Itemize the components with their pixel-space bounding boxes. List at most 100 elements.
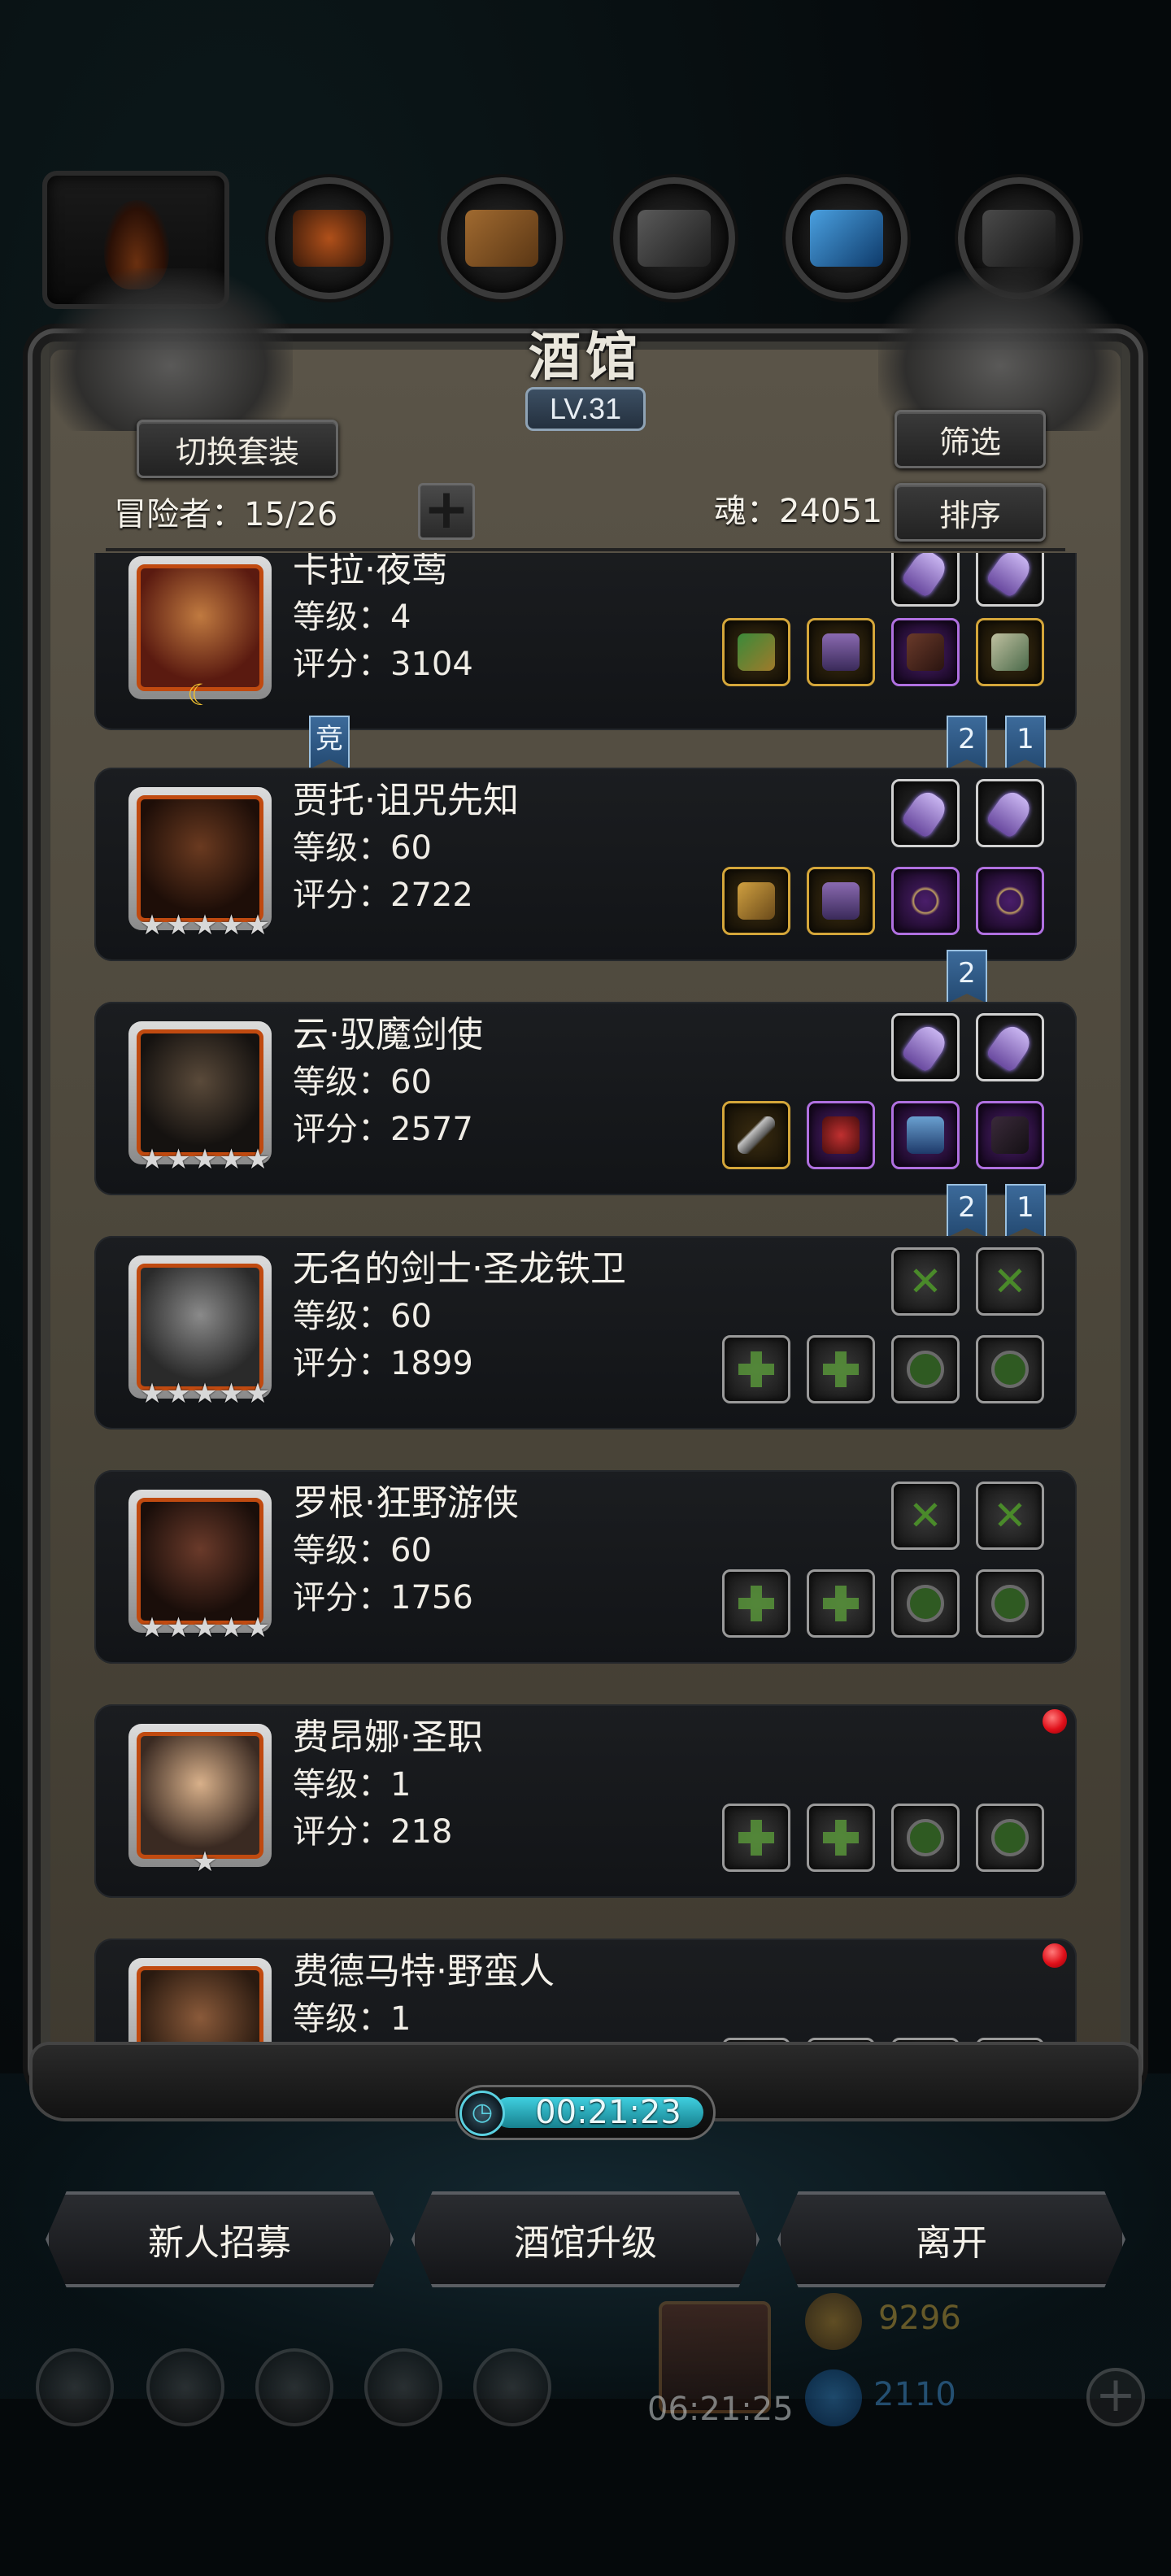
hero-face — [137, 564, 263, 691]
empty-weapon-slot[interactable] — [722, 1804, 790, 1872]
empty-accessory-slot[interactable] — [976, 1804, 1044, 1872]
empty-accessory-slot[interactable] — [891, 1335, 960, 1403]
hero-card-nameless[interactable]: ★ ★ ★ ★ ★ 无名的剑士·圣龙铁卫 等级：60 评分：1899 ✕ ✕ — [94, 1236, 1077, 1429]
armor-icon — [822, 633, 860, 671]
purple-gem-icon — [985, 553, 1035, 598]
settings-icon[interactable] — [36, 2348, 114, 2426]
hero-score: 评分：3104 — [293, 646, 473, 683]
gift-timer: 06:21:25 — [647, 2391, 794, 2428]
hero-card-jato[interactable]: ★ ★ ★ ★ ★ 贾托·诅咒先知 等级：60 评分：2722 — [94, 768, 1077, 961]
empty-accessory-slot[interactable] — [891, 1569, 960, 1638]
weapon-slot[interactable] — [722, 618, 790, 686]
switch-outfit-button[interactable]: 切换套装 — [137, 420, 338, 478]
hero-face — [137, 1264, 263, 1390]
notification-dot — [1043, 1709, 1067, 1734]
armor-slot[interactable] — [891, 1101, 960, 1169]
hero-portrait[interactable] — [128, 556, 272, 699]
stone-tab[interactable] — [613, 177, 735, 299]
hero-face — [137, 795, 263, 922]
empty-weapon-icon — [738, 1820, 774, 1856]
rank-icon[interactable] — [255, 2348, 333, 2426]
empty-rune-icon: ✕ — [908, 1492, 942, 1539]
ore-icon — [293, 210, 366, 267]
hero-card-fedmat[interactable]: 费德马特·野蛮人 等级：1 — [94, 1939, 1077, 2061]
hero-level: 等级：60 — [293, 1298, 432, 1335]
weapon-slot[interactable] — [722, 867, 790, 935]
gem-icon — [805, 2369, 862, 2426]
rune-slot[interactable] — [891, 1013, 960, 1081]
stone-icon — [638, 210, 711, 267]
empty-rune-slot[interactable]: ✕ — [976, 1482, 1044, 1550]
handshake-icon[interactable] — [473, 2348, 551, 2426]
gem-amount: 2110 — [873, 2376, 956, 2413]
upgrade-tavern-button[interactable]: 酒馆升级 — [411, 2191, 760, 2287]
empty-armor-slot[interactable] — [807, 1335, 875, 1403]
wood-tab[interactable] — [441, 177, 563, 299]
empty-rune-slot[interactable]: ✕ — [891, 1482, 960, 1550]
helmet-slot[interactable] — [807, 1101, 875, 1169]
necklace-icon — [907, 882, 944, 920]
armor-slot[interactable] — [807, 867, 875, 935]
weapon-slot[interactable] — [722, 1101, 790, 1169]
hero-list[interactable]: ☾ 卡拉·夜莺 等级：4 评分：3104 竞 2 1 ★ ★ ★ ★ ★ 贾托·诅咒先知… — [94, 553, 1077, 2061]
arena-tag: 竞 — [309, 716, 350, 769]
empty-rune-slot[interactable]: ✕ — [891, 1247, 960, 1316]
armor-slot[interactable] — [807, 618, 875, 686]
hero-face — [137, 1732, 263, 1859]
notification-dot — [1043, 1943, 1067, 1968]
hero-name: 贾托·诅咒先知 — [293, 780, 519, 821]
empty-weapon-icon — [738, 1351, 774, 1387]
hero-name: 云·驭魔剑使 — [293, 1014, 483, 1055]
add-currency-button[interactable]: + — [1086, 2368, 1145, 2426]
rune-slot[interactable] — [891, 553, 960, 607]
team-tag: 1 — [1005, 716, 1046, 769]
empty-armor-icon — [823, 1586, 859, 1621]
accessory-slot[interactable] — [891, 618, 960, 686]
sort-button[interactable]: 排序 — [895, 483, 1046, 542]
star-rating: ★ ★ ★ ★ ★ — [139, 1143, 271, 1176]
boots-slot[interactable] — [976, 1101, 1044, 1169]
hero-card-kara[interactable]: ☾ 卡拉·夜莺 等级：4 评分：3104 — [94, 553, 1077, 730]
empty-accessory-icon — [907, 1585, 944, 1622]
crystal-icon — [810, 210, 883, 267]
empty-rune-slot[interactable]: ✕ — [976, 1247, 1044, 1316]
ring-slot[interactable] — [976, 618, 1044, 686]
empty-accessory-slot[interactable] — [976, 1569, 1044, 1638]
empty-weapon-slot[interactable] — [722, 1569, 790, 1638]
rune-slot[interactable] — [891, 779, 960, 847]
claw-icon — [991, 633, 1029, 671]
empty-accessory-slot[interactable] — [976, 1335, 1044, 1403]
star-rating: ★ — [192, 1846, 218, 1878]
purple-gem-icon — [985, 1021, 1035, 1073]
hero-card-logan[interactable]: ★ ★ ★ ★ ★ 罗根·狂野游侠 等级：60 评分：1756 ✕ ✕ — [94, 1470, 1077, 1664]
filter-button[interactable]: 筛选 — [895, 410, 1046, 468]
necklace-slot[interactable] — [976, 867, 1044, 935]
hero-card-yun[interactable]: ★ ★ ★ ★ ★ 云·驭魔剑使 等级：60 评分：2577 — [94, 1002, 1077, 1195]
empty-weapon-slot[interactable] — [722, 1335, 790, 1403]
sword-icon — [738, 1116, 775, 1154]
add-adventurer-slot-button[interactable]: + — [418, 482, 475, 540]
hero-card-fiona[interactable]: ★ 费昂娜·圣职 等级：1 评分：218 — [94, 1704, 1077, 1898]
chest-armor-icon — [907, 1116, 944, 1154]
empty-accessory-slot[interactable] — [891, 1804, 960, 1872]
empty-accessory-icon — [991, 1351, 1029, 1388]
rune-slot[interactable] — [976, 553, 1044, 607]
hero-name: 无名的剑士·圣龙铁卫 — [293, 1248, 626, 1290]
rune-slot[interactable] — [976, 1013, 1044, 1081]
necklace-slot[interactable] — [891, 867, 960, 935]
recruit-button[interactable]: 新人招募 — [46, 2191, 394, 2287]
empty-armor-slot[interactable] — [807, 1804, 875, 1872]
panel-title: 酒馆 — [529, 327, 642, 388]
refresh-timer: ◷ 00:21:23 — [455, 2085, 716, 2140]
empty-armor-slot[interactable] — [807, 1569, 875, 1638]
leave-button[interactable]: 离开 — [777, 2191, 1125, 2287]
purple-gem-icon — [900, 553, 951, 598]
helmet-icon — [822, 1116, 860, 1154]
hero-level: 等级：60 — [293, 1532, 432, 1569]
wood-icon — [465, 210, 538, 267]
achievement-icon[interactable] — [146, 2348, 224, 2426]
rune-slot[interactable] — [976, 779, 1044, 847]
tavern-level-badge: LV.31 — [525, 387, 646, 431]
mail-icon[interactable] — [364, 2348, 442, 2426]
moon-rank-icon: ☾ — [186, 679, 214, 712]
